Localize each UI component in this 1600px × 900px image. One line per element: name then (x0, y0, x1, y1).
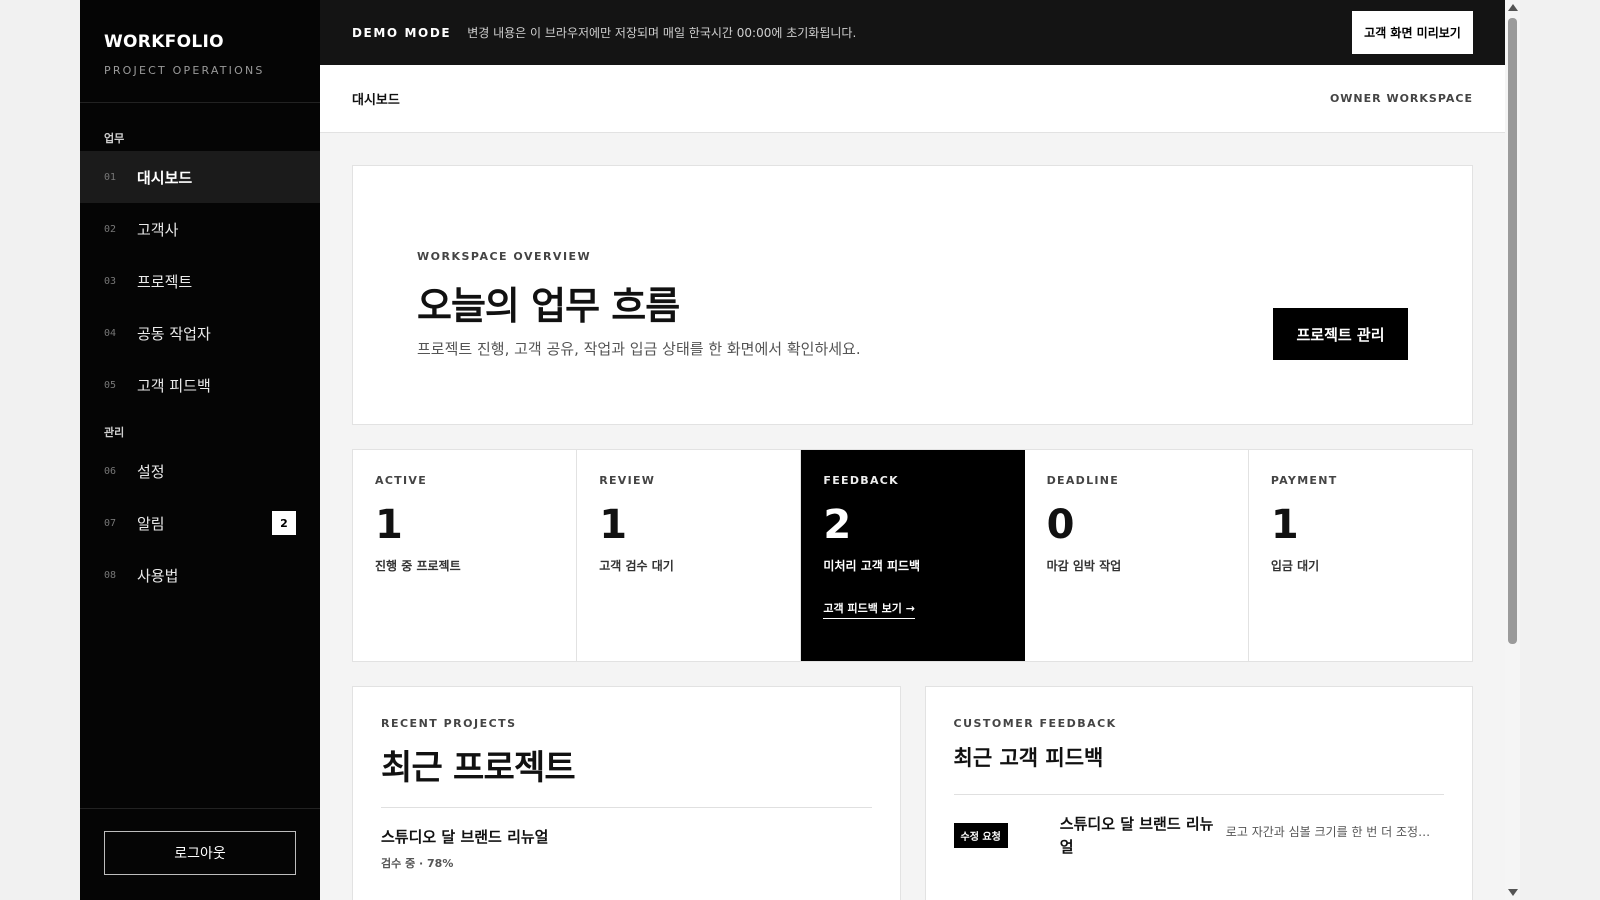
stat-card-payment[interactable]: PAYMENT 1 입금 대기 (1249, 450, 1472, 661)
lower-panels: RECENT PROJECTS 최근 프로젝트 스튜디오 달 브랜드 리뉴얼 검… (352, 686, 1473, 900)
overview-hero: WORKSPACE OVERVIEW 오늘의 업무 흐름 프로젝트 진행, 고객… (352, 165, 1473, 425)
feedback-project: 스튜디오 달 브랜드 리뉴얼 (1059, 815, 1214, 856)
workspace-label: OWNER WORKSPACE (1329, 92, 1473, 105)
nav-number: 04 (104, 327, 117, 339)
stat-label: REVIEW (599, 474, 656, 487)
card-title: 최근 고객 피드백 (953, 746, 1104, 770)
stat-label: DEADLINE (1046, 474, 1120, 487)
sidebar-item-label: 고객 피드백 (137, 376, 211, 395)
sidebar-item-dashboard[interactable]: 01 대시보드 (80, 151, 320, 203)
stat-description: 고객 검수 대기 (599, 559, 674, 573)
stat-value: 1 (599, 502, 628, 548)
sidebar-item-projects[interactable]: 03 프로젝트 (80, 255, 320, 307)
nav-number: 08 (104, 569, 117, 581)
nav-number: 02 (104, 223, 117, 235)
sidebar-item-clients[interactable]: 02 고객사 (80, 203, 320, 255)
stat-value: 1 (375, 502, 403, 548)
brand-subtitle: PROJECT OPERATIONS (104, 64, 265, 77)
stats-row: ACTIVE 1 진행 중 프로젝트 REVIEW 1 고객 검수 대기 FEE… (352, 449, 1473, 662)
stat-label: FEEDBACK (823, 474, 899, 487)
demo-mode-text: 변경 내용은 이 브라우저에만 저장되며 매일 한국시간 00:00에 초기화됩… (467, 26, 857, 40)
sidebar-item-label: 사용법 (137, 566, 179, 585)
status-badge: 수정 요청 (953, 823, 1008, 848)
page-scrollbar[interactable] (1505, 0, 1520, 900)
logout-button[interactable]: 로그아웃 (104, 831, 296, 875)
sidebar-item-collaborators[interactable]: 04 공동 작업자 (80, 307, 320, 359)
stat-card-deadline[interactable]: DEADLINE 0 마감 임박 작업 (1025, 450, 1249, 661)
sidebar-item-label: 프로젝트 (137, 272, 193, 291)
scroll-up-icon[interactable] (1508, 4, 1518, 11)
sidebar-item-label: 고객사 (137, 220, 179, 239)
stat-description: 진행 중 프로젝트 (375, 559, 461, 573)
card-eyebrow: RECENT PROJECTS (381, 717, 517, 730)
hero-description: 프로젝트 진행, 고객 공유, 작업과 입금 상태를 한 화면에서 확인하세요. (417, 340, 861, 358)
sidebar-item-label: 설정 (137, 462, 165, 481)
stat-label: PAYMENT (1270, 474, 1338, 487)
stat-description: 입금 대기 (1270, 559, 1320, 573)
sidebar-footer: 로그아웃 (80, 808, 320, 900)
stat-description: 미처리 고객 피드백 (823, 559, 921, 573)
scroll-down-icon[interactable] (1508, 889, 1518, 896)
project-name: 스튜디오 달 브랜드 리뉴얼 (381, 828, 549, 846)
card-eyebrow: CUSTOMER FEEDBACK (953, 717, 1117, 730)
notification-count-badge: 2 (272, 511, 296, 535)
demo-banner: DEMO MODE 변경 내용은 이 브라우저에만 저장되며 매일 한국시간 0… (320, 0, 1505, 65)
dashboard-content: WORKSPACE OVERVIEW 오늘의 업무 흐름 프로젝트 진행, 고객… (320, 133, 1505, 900)
sidebar-item-notifications[interactable]: 07 알림 2 (80, 497, 320, 549)
stat-card-active[interactable]: ACTIVE 1 진행 중 프로젝트 (353, 450, 578, 661)
sidebar-item-feedback[interactable]: 05 고객 피드백 (80, 359, 320, 411)
sidebar-item-label: 공동 작업자 (137, 324, 211, 343)
scroll-thumb[interactable] (1508, 18, 1517, 644)
nav-section-work: 업무 (104, 132, 125, 145)
sidebar-item-settings[interactable]: 06 설정 (80, 445, 320, 497)
list-item[interactable]: 스튜디오 달 브랜드 리뉴얼 검수 중 · 78% (381, 807, 872, 871)
stat-description: 마감 임박 작업 (1046, 559, 1122, 573)
breadcrumb: 대시보드 (352, 93, 400, 108)
sidebar-item-label: 대시보드 (137, 168, 193, 187)
demo-mode-tag: DEMO MODE (352, 25, 452, 40)
main-area: DEMO MODE 변경 내용은 이 브라우저에만 저장되며 매일 한국시간 0… (320, 0, 1505, 900)
list-item[interactable]: 수정 요청 스튜디오 달 브랜드 리뉴얼 로고 자간과 심볼 크기를 한 번 더… (953, 794, 1444, 858)
sidebar: WORKFOLIO PROJECT OPERATIONS 업무 01 대시보드 … (80, 0, 320, 900)
card-title: 최근 프로젝트 (381, 748, 576, 788)
page-title: 오늘의 업무 흐름 (417, 284, 680, 328)
nav-section-admin: 관리 (104, 426, 125, 439)
hero-eyebrow: WORKSPACE OVERVIEW (417, 250, 592, 263)
recent-projects-card: RECENT PROJECTS 최근 프로젝트 스튜디오 달 브랜드 리뉴얼 검… (352, 686, 901, 900)
sidebar-item-guide[interactable]: 08 사용법 (80, 549, 320, 601)
stat-card-feedback[interactable]: FEEDBACK 2 미처리 고객 피드백 고객 피드백 보기 → (801, 450, 1025, 661)
customer-preview-button[interactable]: 고객 화면 미리보기 (1352, 11, 1473, 54)
brand: WORKFOLIO PROJECT OPERATIONS (80, 0, 320, 103)
app-window: WORKFOLIO PROJECT OPERATIONS 업무 01 대시보드 … (80, 0, 1505, 900)
nav-number: 06 (104, 465, 117, 477)
feedback-text: 로고 자간과 심볼 크기를 한 번 더 조정… (1225, 825, 1431, 839)
stat-value: 2 (823, 502, 852, 548)
stat-value: 0 (1046, 502, 1075, 548)
stat-value: 1 (1270, 502, 1299, 548)
brand-name: WORKFOLIO (104, 32, 224, 52)
nav-number: 01 (104, 171, 117, 183)
customer-feedback-card: CUSTOMER FEEDBACK 최근 고객 피드백 수정 요청 스튜디오 달… (924, 686, 1473, 900)
sidebar-item-label: 알림 (137, 514, 165, 533)
stat-label: ACTIVE (375, 474, 428, 487)
nav-number: 05 (104, 379, 117, 391)
page-header: 대시보드 OWNER WORKSPACE (320, 65, 1505, 133)
project-meta: 검수 중 · 78% (381, 857, 454, 870)
nav-number: 03 (104, 275, 117, 287)
nav-number: 07 (104, 517, 117, 529)
view-feedback-link[interactable]: 고객 피드백 보기 → (823, 600, 915, 619)
stat-card-review[interactable]: REVIEW 1 고객 검수 대기 (577, 450, 802, 661)
manage-projects-button[interactable]: 프로젝트 관리 (1273, 308, 1408, 360)
